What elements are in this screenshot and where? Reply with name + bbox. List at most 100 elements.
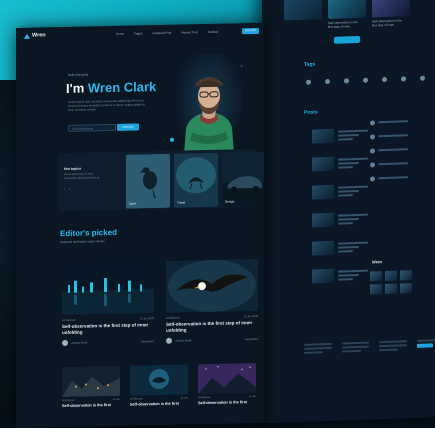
list-item[interactable] [312,268,368,284]
hot-topics-title: Hot topics [64,167,81,171]
logo-icon [24,33,30,38]
article-date: 12 Jan [181,396,188,399]
hot-topic-label: Design [225,199,234,203]
gallery-image[interactable] [370,271,382,281]
nav-link-featured[interactable]: Featured Post [153,31,172,35]
list-item[interactable] [370,146,414,154]
author-name: Jennifer Smith [71,341,88,344]
article-meta: Architecture 12 Jan 2023 [166,315,258,320]
slider-dot[interactable] [170,138,174,142]
secondary-section-posts: Posts [304,109,318,115]
article-title[interactable]: Self-observation is the first [130,401,188,406]
gallery-image[interactable] [370,284,382,294]
logo[interactable]: Wren [24,32,46,38]
article-title[interactable]: Self-observation is the first step of in… [62,322,154,336]
article-card[interactable]: Architecture 12 Jan 2023 Self-observatio… [166,259,258,344]
article-card[interactable]: Architecture 12 Jan 2023 Self-observatio… [62,261,154,346]
secondary-page-preview: Self-observation is the first step of in… [262,0,435,423]
secondary-section-tags: Tags [304,61,315,67]
hot-topic-card[interactable]: Sport [126,154,170,209]
list-item[interactable] [312,156,368,172]
nav-link-home[interactable]: Home [116,32,124,36]
list-item[interactable] [312,184,368,200]
secondary-footer [304,337,435,356]
article-date: 12 Jan 2023 [244,315,258,318]
article-meta: Architecture 12 Jan 2023 [62,317,154,322]
author-portrait [176,53,242,154]
avatar[interactable] [325,79,330,84]
avatar[interactable] [344,78,349,83]
hot-topic-label: Sport [129,201,136,205]
article-card-small[interactable]: Architecture 12 Jan Self-observation is … [62,366,120,408]
list-item[interactable] [370,132,414,140]
read-more-link[interactable]: Read More [141,340,154,343]
list-item[interactable] [370,160,414,168]
article-category: Architecture [198,396,211,399]
logo-text: Wren [32,32,46,38]
arrow-right-icon[interactable]: › [69,187,70,191]
article-category: Architecture [62,319,76,322]
article-meta: Architecture 12 Jan [62,398,120,402]
list-item[interactable] [312,240,368,256]
article-card-small[interactable]: Architecture 12 Jan Self-observation is … [198,363,256,405]
share-icon[interactable]: ⊹ [240,63,243,68]
secondary-thumbnails [284,0,410,21]
list-item[interactable] [370,118,414,126]
gallery-image[interactable] [400,270,412,280]
main-page: Wren Home Pages Featured Post Recent Pos… [16,23,264,428]
article-image [130,364,188,395]
hot-topic-card[interactable]: Travel [174,153,218,208]
secondary-widget-title: Wren [372,259,382,264]
list-item[interactable] [370,174,414,182]
article-title[interactable]: Self-observation is the first step of in… [166,320,258,334]
article-date: 12 Jan [113,398,120,401]
thumbnail[interactable] [372,0,410,17]
article-author: Jennifer Smith Read More [62,338,154,346]
secondary-sidebar [370,118,414,190]
secondary-post-list [312,128,368,298]
hot-topic-card[interactable]: Design [222,152,264,207]
avatar[interactable] [401,76,406,81]
arrow-left-icon[interactable]: ‹ [64,187,65,191]
subscribe-button[interactable]: Subscribe [242,28,259,34]
gallery-image[interactable] [400,283,412,293]
thumbnail[interactable] [328,0,366,19]
gallery-image[interactable] [385,284,397,294]
avatar [62,340,68,346]
article-title[interactable]: Self-observation is the first [62,403,120,408]
nav-link-pages[interactable]: Pages [134,31,143,35]
editors-picked-title: Editor's picked [60,228,117,238]
article-image [198,363,256,394]
author-name: Jennifer Smith [175,339,192,342]
hero-title-prefix: I'm [66,81,84,96]
hot-topics-description: Lorem ipsum dolor sit amet consectetur a… [64,172,102,180]
article-image [62,261,154,315]
hero-subscribe-button[interactable]: Subscribe [117,123,139,130]
hot-topic-label: Travel [177,200,185,204]
nav-link-recent[interactable]: Recent Post [181,30,197,34]
gallery-image[interactable] [385,271,397,281]
nav-links: Home Pages Featured Post Recent Post Con… [116,30,218,36]
avatar[interactable] [363,78,368,83]
article-card-small[interactable]: Architecture 12 Jan Self-observation is … [130,364,188,406]
thumbnail[interactable] [284,0,322,21]
avatar[interactable] [420,76,425,81]
avatar[interactable] [382,77,387,82]
hero-title: I'm Wren Clark [66,79,156,96]
list-item[interactable] [312,212,368,228]
article-meta: Architecture 12 Jan [130,396,188,400]
avatar[interactable] [306,80,311,85]
secondary-caption: Self-observation is the first step of in… [328,20,362,29]
secondary-more-button[interactable] [334,36,360,44]
article-category: Architecture [130,397,143,400]
secondary-avatar-row [306,75,435,85]
secondary-gallery [370,270,412,294]
hero-greeting: Hello Everyone [68,72,88,76]
article-title[interactable]: Self-observation is the first [198,400,256,405]
article-meta: Architecture 12 Jan [198,395,256,399]
nav-link-contact[interactable]: Contact [208,30,218,34]
list-item[interactable] [312,128,368,144]
email-input[interactable]: Your email address [68,124,116,132]
editors-picked-subtitle: Featured and highly rated articles [60,239,105,244]
read-more-link[interactable]: Read More [245,337,258,340]
